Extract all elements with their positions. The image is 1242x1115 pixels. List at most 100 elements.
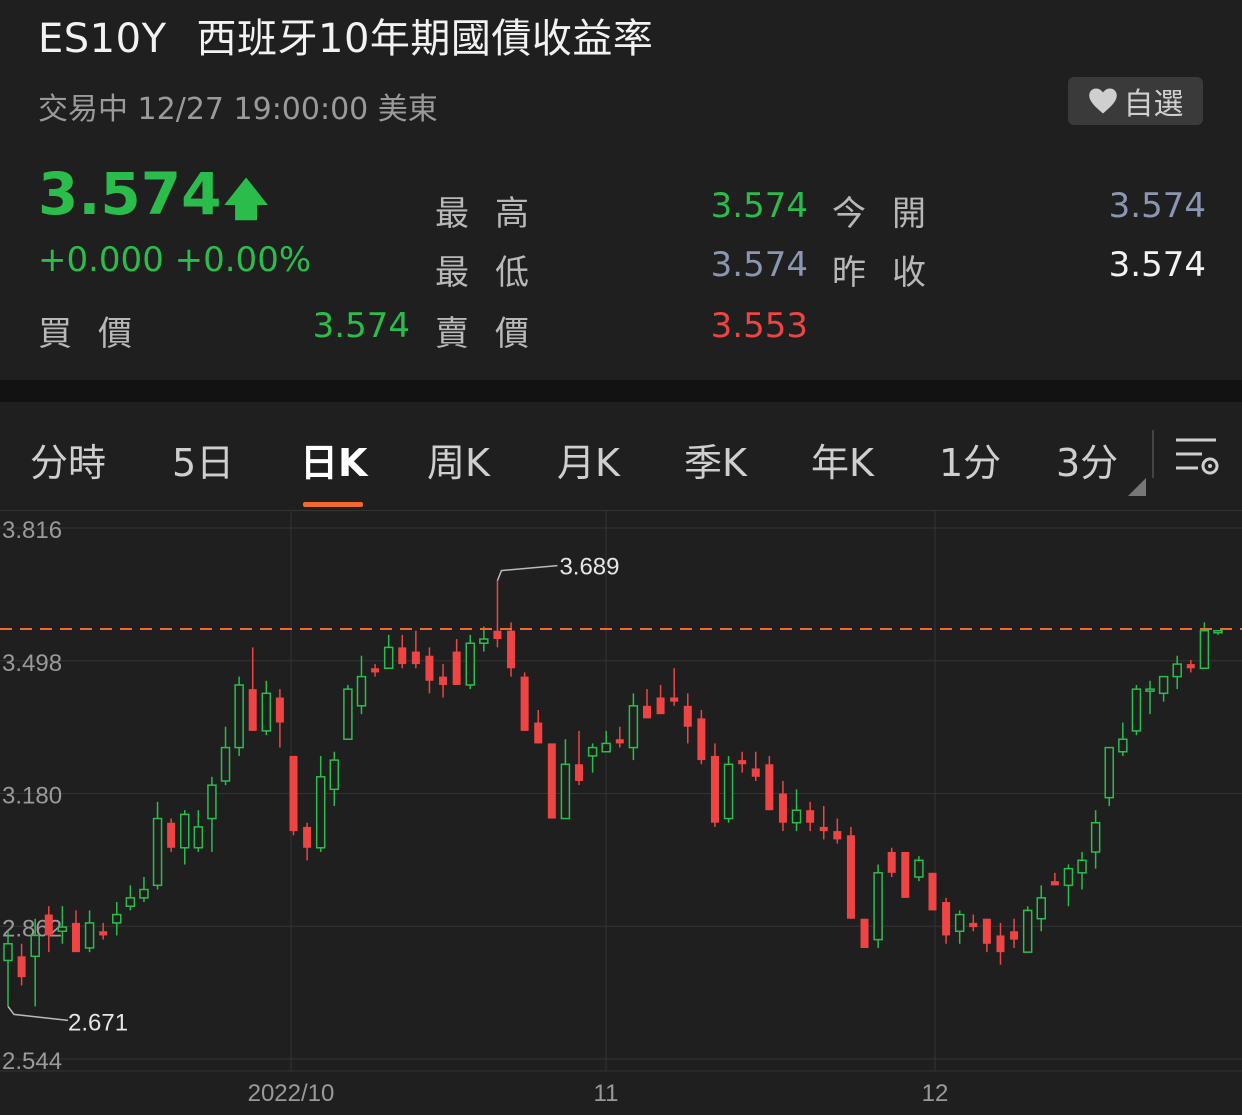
candle-body bbox=[1063, 867, 1074, 887]
candle-body bbox=[207, 784, 217, 820]
candle-body bbox=[383, 646, 394, 670]
candle-body bbox=[738, 760, 747, 765]
candle-body bbox=[371, 668, 380, 673]
tab-weekly-k[interactable]: 周K bbox=[427, 432, 490, 487]
candle-body bbox=[819, 826, 828, 832]
page-title: ES10Y 西班牙10年期國債收益率 bbox=[38, 6, 653, 64]
candle-body bbox=[248, 689, 257, 731]
candle-body bbox=[167, 822, 176, 848]
candle-body bbox=[1050, 881, 1059, 886]
candle-body bbox=[1199, 629, 1210, 670]
candle-body bbox=[575, 764, 584, 781]
candle-body bbox=[982, 918, 991, 944]
candle-body bbox=[452, 651, 461, 685]
tab-1min[interactable]: 1分 bbox=[939, 432, 1001, 487]
symbol: ES10Y bbox=[38, 16, 167, 62]
candle-body bbox=[615, 739, 624, 744]
candle-body bbox=[534, 722, 543, 744]
candle-body bbox=[860, 918, 869, 948]
max-annotation-line bbox=[496, 564, 558, 581]
candle-body bbox=[1010, 931, 1019, 940]
candle-body bbox=[1145, 688, 1155, 692]
high-value: 3.574 bbox=[710, 186, 808, 226]
x-tick-label: 11 bbox=[594, 1080, 619, 1107]
chart-settings-icon[interactable] bbox=[1172, 434, 1222, 480]
candle-body bbox=[1172, 663, 1182, 678]
tab-quarterly-k[interactable]: 季K bbox=[684, 432, 747, 487]
candle-body bbox=[125, 897, 136, 907]
candle-body bbox=[587, 746, 598, 757]
candle-body bbox=[1158, 675, 1169, 695]
candle-body bbox=[846, 835, 855, 919]
candle-body bbox=[683, 705, 692, 727]
candle-body bbox=[261, 692, 272, 732]
last-price: 3.574🡅 bbox=[38, 160, 269, 228]
candle-body bbox=[520, 676, 529, 731]
prev-close-value: 3.574 bbox=[1108, 245, 1206, 285]
candle-body bbox=[873, 872, 883, 941]
trading-status: 交易中 12/27 19:00:00 美東 bbox=[38, 92, 438, 127]
candle-body bbox=[112, 913, 122, 924]
open-value: 3.574 bbox=[1108, 186, 1206, 226]
candle-body bbox=[833, 831, 842, 840]
candle-body bbox=[1077, 859, 1087, 874]
candle-body bbox=[356, 675, 367, 707]
tab-5day[interactable]: 5日 bbox=[172, 432, 234, 487]
candle-body bbox=[778, 793, 787, 823]
candle-body bbox=[1213, 629, 1223, 634]
tab-3min[interactable]: 3分 bbox=[1056, 432, 1118, 487]
watchlist-label: 自選 bbox=[1123, 87, 1184, 122]
candle-body bbox=[751, 768, 760, 777]
candle-body bbox=[71, 922, 80, 953]
ask-value: 3.553 bbox=[710, 306, 808, 346]
candle-body bbox=[697, 718, 706, 761]
candle-body bbox=[1036, 897, 1047, 920]
tab-yearly-k[interactable]: 年K bbox=[811, 432, 874, 487]
candle-body bbox=[791, 809, 802, 824]
candle-body bbox=[765, 764, 774, 811]
prev-close-label: 昨收 bbox=[832, 253, 952, 293]
tab-monthly-k[interactable]: 月K bbox=[557, 432, 620, 487]
candle-body bbox=[642, 705, 651, 719]
candle-body bbox=[601, 742, 611, 753]
tab-daily-k[interactable]: 日K bbox=[300, 432, 367, 487]
candle-body bbox=[193, 826, 204, 849]
arrow-up-icon: 🡅 bbox=[223, 174, 269, 225]
candle-body bbox=[547, 743, 556, 819]
bid-label: 買價 bbox=[38, 314, 158, 354]
candle-body bbox=[954, 913, 965, 933]
candle-body bbox=[17, 956, 26, 978]
low-label: 最低 bbox=[435, 253, 555, 293]
y-tick-label: 3.498 bbox=[2, 650, 62, 677]
candle-body bbox=[343, 688, 353, 740]
watchlist-button[interactable]: 自選 bbox=[1068, 77, 1203, 125]
candle-body bbox=[439, 676, 448, 685]
candle-body bbox=[670, 697, 679, 702]
candle-body bbox=[289, 755, 298, 832]
candlestick-chart[interactable]: 3.8163.4983.1802.8622.5442022/10 11 123.68… bbox=[0, 511, 1242, 1115]
candle-body bbox=[1090, 821, 1101, 853]
candle-body bbox=[996, 935, 1005, 953]
candle-body bbox=[57, 926, 68, 933]
ask-label: 賣價 bbox=[435, 314, 555, 354]
active-tab-indicator bbox=[303, 502, 363, 507]
candle-body bbox=[887, 851, 896, 873]
tab-intraday[interactable]: 分時 bbox=[30, 432, 106, 487]
candle-body bbox=[398, 647, 407, 665]
y-tick-label: 3.180 bbox=[2, 783, 62, 810]
y-tick-label: 3.816 bbox=[2, 517, 62, 544]
candle-body bbox=[179, 813, 190, 849]
candle-body bbox=[914, 859, 924, 878]
candle-body bbox=[1186, 664, 1195, 669]
candle-body bbox=[465, 642, 475, 686]
dropdown-corner-icon[interactable] bbox=[1128, 478, 1146, 496]
heart-icon bbox=[1088, 88, 1117, 114]
candle-body bbox=[275, 697, 284, 723]
bid-value: 3.574 bbox=[312, 306, 410, 346]
candle-body bbox=[507, 630, 516, 669]
candle-body bbox=[220, 746, 231, 782]
candle-body bbox=[425, 655, 434, 681]
candle-body bbox=[30, 934, 40, 958]
candle-body bbox=[628, 705, 639, 749]
price-change: +0.000 +0.00% bbox=[38, 240, 312, 280]
